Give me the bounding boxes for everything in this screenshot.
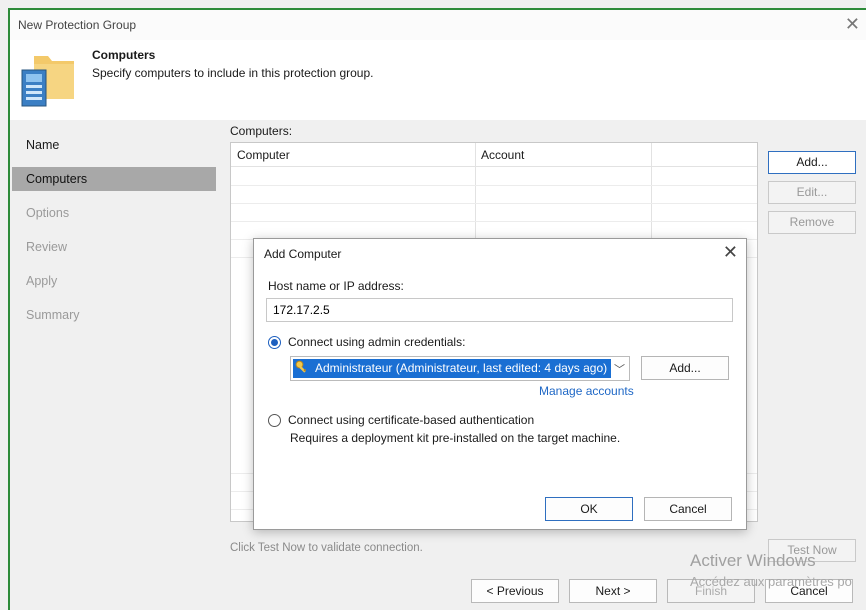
table-row <box>231 185 757 186</box>
column-computer[interactable]: Computer <box>237 148 290 162</box>
add-computer-dialog: Add Computer ✕ Host name or IP address: … <box>253 238 747 530</box>
certificate-auth-description: Requires a deployment kit pre-installed … <box>290 431 621 445</box>
next-button[interactable]: Next > <box>569 579 657 603</box>
step-apply[interactable]: Apply <box>12 269 216 293</box>
table-header: Computer Account <box>231 143 757 167</box>
admin-credentials-radio[interactable] <box>268 336 281 349</box>
test-now-hint: Click Test Now to validate connection. <box>230 542 423 554</box>
step-options[interactable]: Options <box>12 201 216 225</box>
certificate-auth-label[interactable]: Connect using certificate-based authenti… <box>288 413 534 427</box>
remove-computer-button[interactable]: Remove <box>768 211 856 234</box>
close-icon[interactable]: ✕ <box>845 14 860 35</box>
wizard-steps: Name Computers Options Review Apply Summ… <box>10 120 218 560</box>
host-label: Host name or IP address: <box>268 279 404 293</box>
step-computers[interactable]: Computers <box>12 167 216 191</box>
close-icon[interactable]: ✕ <box>723 242 738 263</box>
previous-button[interactable]: < Previous <box>471 579 559 603</box>
step-summary[interactable]: Summary <box>12 303 216 327</box>
column-account[interactable]: Account <box>481 148 524 162</box>
table-row <box>231 203 757 204</box>
header-subtitle: Specify computers to include in this pro… <box>92 66 374 80</box>
chevron-down-icon[interactable]: ﹀ <box>614 361 625 377</box>
certificate-auth-radio[interactable] <box>268 414 281 427</box>
table-row <box>231 221 757 222</box>
add-computer-button[interactable]: Add... <box>768 151 856 174</box>
credentials-select[interactable]: Administrateur (Administrateur, last edi… <box>290 356 630 381</box>
admin-credentials-label[interactable]: Connect using admin credentials: <box>288 335 465 349</box>
manage-accounts-link[interactable]: Manage accounts <box>539 384 634 398</box>
credentials-selected: Administrateur (Administrateur, last edi… <box>293 359 611 378</box>
computers-label: Computers: <box>230 124 293 138</box>
host-input[interactable] <box>266 298 733 322</box>
ok-button[interactable]: OK <box>545 497 633 521</box>
header-title: Computers <box>92 48 156 62</box>
dialog-cancel-button[interactable]: Cancel <box>644 497 732 521</box>
dialog-title: Add Computer <box>264 247 342 261</box>
step-name[interactable]: Name <box>12 133 216 157</box>
activation-watermark-title: Activer Windows <box>690 551 816 570</box>
activation-watermark-subtitle: Accédez aux paramètres po <box>690 574 852 589</box>
add-credentials-button[interactable]: Add... <box>641 356 729 380</box>
wizard-header: Computers Specify computers to include i… <box>10 40 866 120</box>
edit-computer-button[interactable]: Edit... <box>768 181 856 204</box>
computer-folder-icon <box>21 56 74 107</box>
window-title: New Protection Group <box>18 18 137 32</box>
title-bar: New Protection Group ✕ <box>10 10 866 40</box>
key-icon <box>295 360 306 373</box>
step-review[interactable]: Review <box>12 235 216 259</box>
